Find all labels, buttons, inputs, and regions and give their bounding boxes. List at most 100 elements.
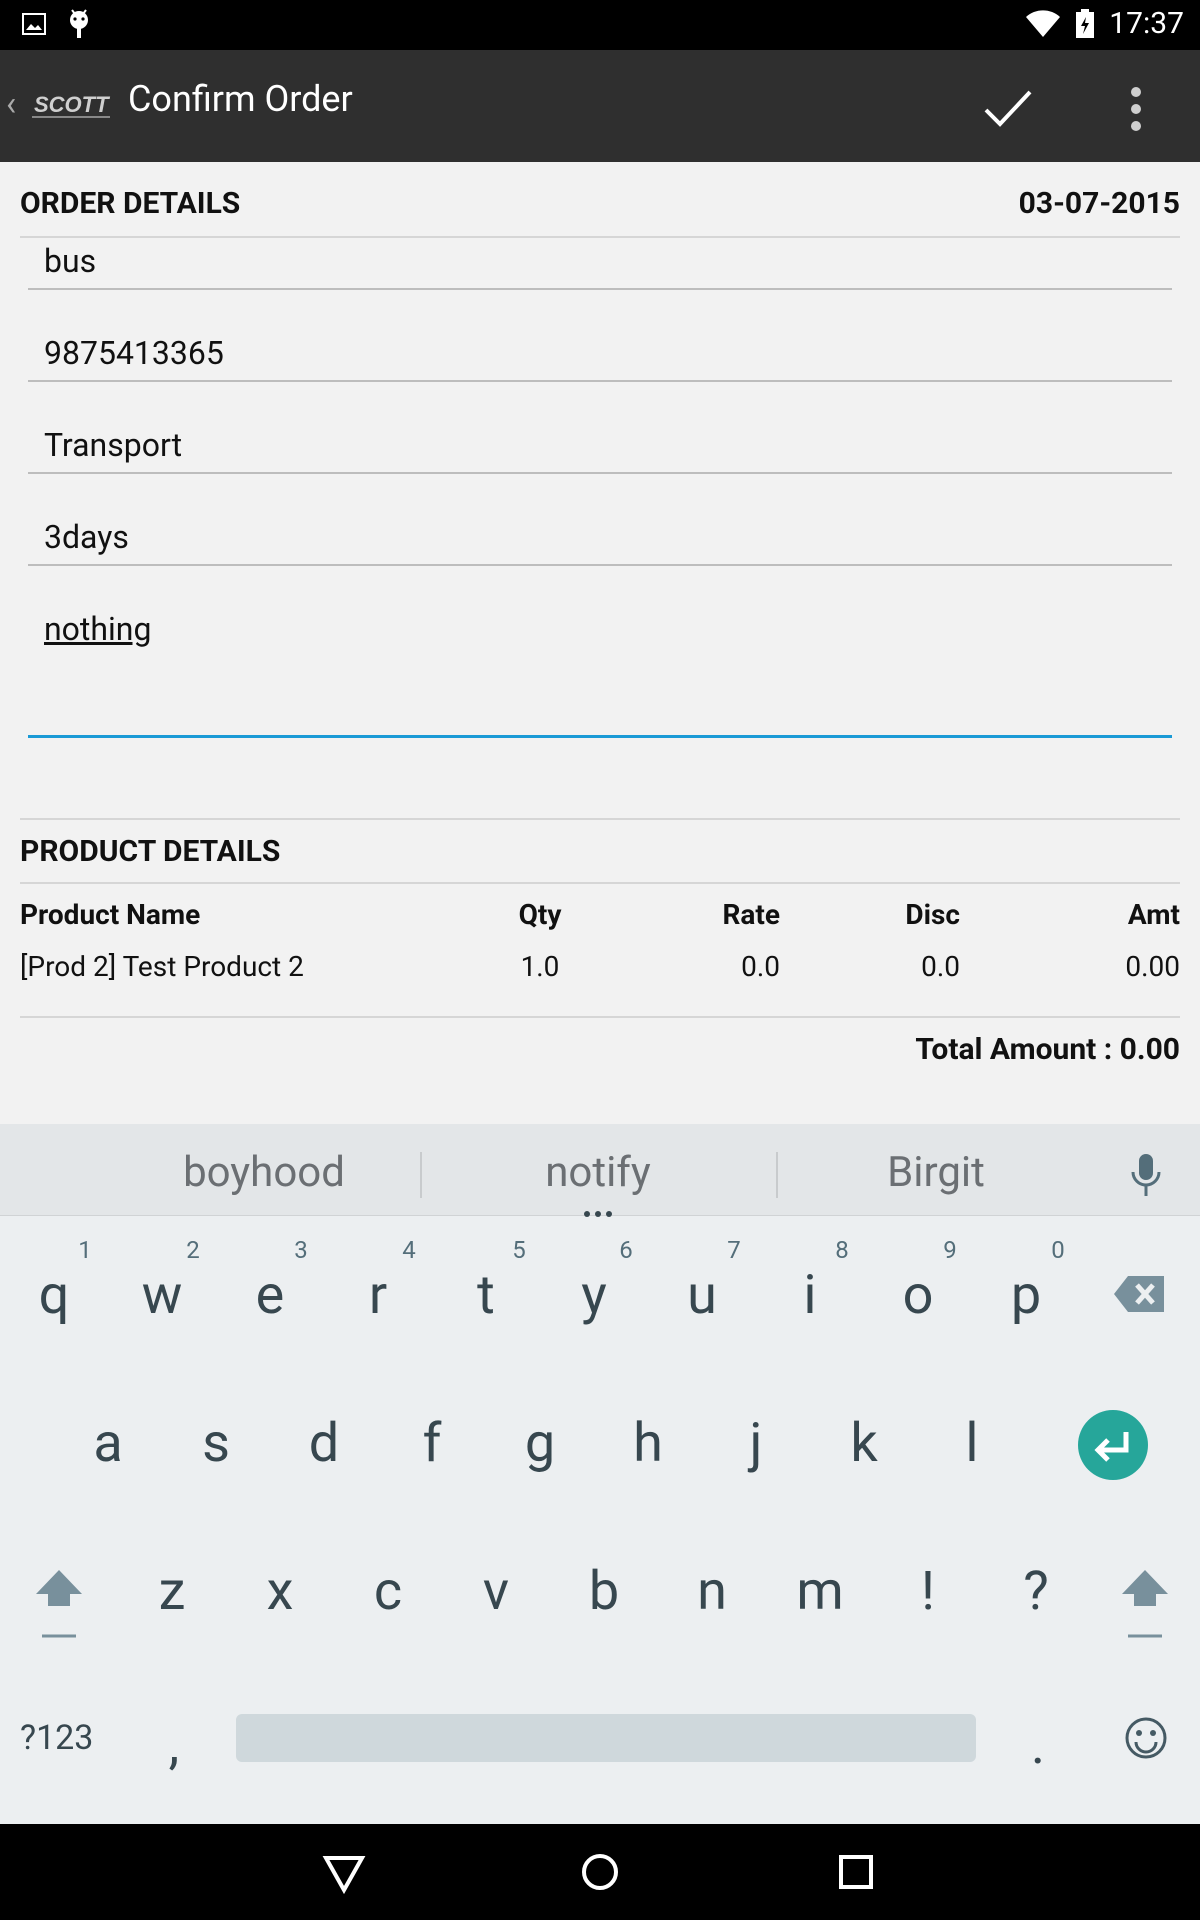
home-nav-icon[interactable] xyxy=(576,1848,624,1896)
shift-right-icon[interactable] xyxy=(1120,1566,1170,1640)
enter-icon xyxy=(1094,1432,1129,1462)
scott-logo[interactable]: SCOTT xyxy=(32,88,114,122)
product-details-heading: PRODUCT DETAILS xyxy=(20,834,281,869)
key-t[interactable]: t xyxy=(436,1264,536,1327)
key-p[interactable]: p xyxy=(976,1264,1076,1327)
product-rate: 0.0 xyxy=(741,950,780,983)
overflow-menu-icon[interactable] xyxy=(1122,84,1150,134)
key-d[interactable]: d xyxy=(274,1412,374,1475)
field-value: 3days xyxy=(44,518,129,556)
emoji-icon[interactable] xyxy=(1124,1716,1168,1760)
key-hint: 4 xyxy=(402,1236,416,1264)
key-c[interactable]: c xyxy=(338,1560,438,1623)
key-y[interactable]: y xyxy=(544,1264,644,1327)
order-form: ORDER DETAILS 03-07-2015 bus 9875413365 … xyxy=(0,162,1200,1124)
order-date: 03-07-2015 xyxy=(1018,186,1180,221)
microphone-icon[interactable] xyxy=(1126,1152,1166,1200)
backspace-icon[interactable] xyxy=(1112,1274,1166,1314)
system-status: 17:37 xyxy=(1025,6,1184,41)
battery-icon xyxy=(1076,8,1095,38)
field-value: 9875413365 xyxy=(44,334,224,372)
suggestion-strip: boyhood notify Birgit xyxy=(0,1124,1200,1218)
suggestion-separator xyxy=(420,1152,422,1198)
key-hint: 8 xyxy=(835,1236,849,1264)
key-h[interactable]: h xyxy=(598,1412,698,1475)
space-bar[interactable] xyxy=(236,1714,976,1762)
key-hint: 2 xyxy=(186,1236,200,1264)
suggestion-2[interactable]: notify xyxy=(448,1148,748,1197)
suggestion-3[interactable]: Birgit xyxy=(786,1148,1086,1197)
order-details-heading: ORDER DETAILS xyxy=(20,186,241,221)
field-order-details-4[interactable]: 3days xyxy=(28,506,1172,566)
key-a[interactable]: a xyxy=(58,1412,158,1475)
column-header-product-name: Product Name xyxy=(20,898,201,931)
key-l[interactable]: l xyxy=(922,1412,1022,1475)
back-nav-icon[interactable] xyxy=(320,1848,368,1896)
product-qty: 1.0 xyxy=(520,950,560,983)
page-title: Confirm Order xyxy=(128,78,353,120)
field-order-details-2[interactable]: 9875413365 xyxy=(28,322,1172,382)
wifi-icon xyxy=(1026,9,1061,37)
field-order-details-1[interactable]: bus xyxy=(28,230,1172,290)
enter-key[interactable] xyxy=(1078,1410,1148,1480)
confirm-check-icon[interactable] xyxy=(980,80,1036,136)
key-e[interactable]: e xyxy=(220,1264,320,1327)
remarks-field[interactable]: nothing xyxy=(28,598,1172,738)
column-header-rate: Rate xyxy=(722,898,780,931)
key-question[interactable]: ? xyxy=(986,1560,1086,1623)
key-w[interactable]: w xyxy=(112,1264,212,1327)
navigation-bar xyxy=(0,1824,1200,1920)
field-value: bus xyxy=(44,242,97,280)
key-j[interactable]: j xyxy=(706,1412,806,1475)
comma-key[interactable]: , xyxy=(124,1714,224,1777)
key-b[interactable]: b xyxy=(554,1560,654,1623)
key-r[interactable]: r xyxy=(328,1264,428,1327)
notification-icons xyxy=(22,8,92,40)
key-s[interactable]: s xyxy=(166,1412,266,1475)
period-key[interactable]: . xyxy=(988,1714,1088,1777)
key-g[interactable]: g xyxy=(490,1412,590,1475)
field-order-details-3[interactable]: Transport xyxy=(28,414,1172,474)
key-o[interactable]: o xyxy=(868,1264,968,1327)
key-k[interactable]: k xyxy=(814,1412,914,1475)
recents-nav-icon[interactable] xyxy=(832,1848,880,1896)
key-z[interactable]: z xyxy=(122,1560,222,1623)
key-hint: 9 xyxy=(943,1236,957,1264)
column-header-qty: Qty xyxy=(518,898,562,931)
svg-text:SCOTT: SCOTT xyxy=(34,92,110,117)
symbols-key[interactable]: ?123 xyxy=(20,1718,93,1758)
divider xyxy=(20,818,1180,820)
suggestion-separator xyxy=(776,1152,778,1198)
key-u[interactable]: u xyxy=(652,1264,752,1327)
field-value: Transport xyxy=(44,426,183,464)
key-exclamation[interactable]: ! xyxy=(878,1560,978,1623)
status-bar: 17:37 xyxy=(0,0,1200,50)
key-i[interactable]: i xyxy=(760,1264,860,1327)
column-header-amt: Amt xyxy=(1127,898,1180,931)
key-hint: 6 xyxy=(619,1236,633,1264)
key-hint: 0 xyxy=(1051,1236,1065,1264)
product-name: [Prod 2] Test Product 2 xyxy=(20,950,304,983)
key-n[interactable]: n xyxy=(662,1560,762,1623)
clock: 17:37 xyxy=(1109,6,1184,41)
key-m[interactable]: m xyxy=(770,1560,870,1623)
key-x[interactable]: x xyxy=(230,1560,330,1623)
product-disc: 0.0 xyxy=(921,950,960,983)
key-hint: 5 xyxy=(512,1236,526,1264)
column-header-disc: Disc xyxy=(905,898,960,931)
android-debug-icon xyxy=(70,9,88,38)
key-hint: 1 xyxy=(78,1236,92,1264)
key-q[interactable]: q xyxy=(4,1264,104,1327)
image-notification-icon xyxy=(22,13,46,35)
more-suggestions-icon[interactable] xyxy=(583,1210,613,1218)
shift-left-icon[interactable] xyxy=(34,1566,84,1640)
suggestion-1[interactable]: boyhood xyxy=(114,1148,414,1197)
product-amt: 0.00 xyxy=(1125,950,1180,983)
divider xyxy=(20,882,1180,884)
key-v[interactable]: v xyxy=(446,1560,546,1623)
soft-keyboard: boyhood notify Birgit 1 2 3 4 5 6 7 8 9 … xyxy=(0,1124,1200,1824)
field-value: nothing xyxy=(44,610,152,648)
key-f[interactable]: f xyxy=(382,1412,482,1475)
back-button[interactable]: ‹ xyxy=(6,84,16,124)
key-hint: 7 xyxy=(727,1236,741,1264)
